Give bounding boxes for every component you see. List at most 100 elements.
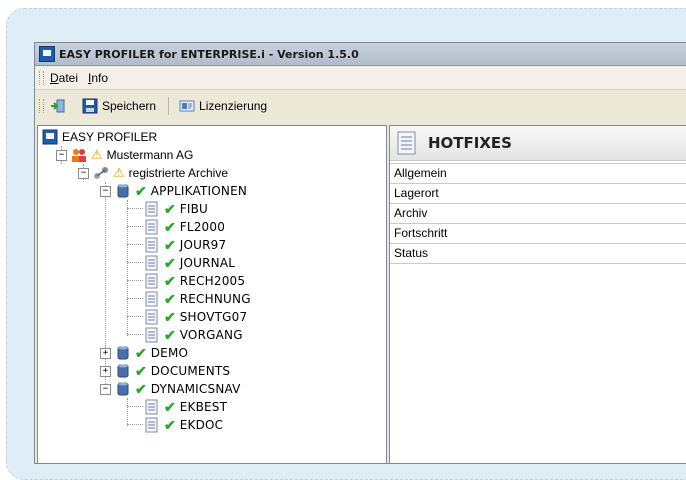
document-icon: [145, 255, 158, 271]
tree-node-company[interactable]: − ⚠ Mustermann AG: [56, 146, 193, 164]
document-icon: [145, 273, 158, 289]
collapse-toggle[interactable]: −: [100, 185, 111, 197]
archive-tree[interactable]: EASY PROFILER − ⚠ Mustermann AG − ⚠ regi…: [37, 125, 387, 463]
collapse-toggle[interactable]: −: [56, 149, 67, 161]
menu-info[interactable]: Info: [88, 71, 108, 85]
tree-connector: [127, 244, 143, 245]
toolbar: Speichern Lizenzierung: [35, 94, 279, 118]
tree-label: RECHNUNG: [179, 292, 251, 306]
menu-datei[interactable]: Datei: [50, 71, 78, 85]
app-logo-icon: [42, 129, 58, 145]
check-icon: ✔: [135, 362, 147, 379]
users-icon: [72, 149, 86, 162]
property-row[interactable]: Lagerort: [390, 184, 686, 204]
database-icon: [117, 346, 129, 360]
tree-node-journal[interactable]: ✔ JOURNAL: [144, 254, 235, 272]
tree-node-jour97[interactable]: ✔ JOUR97: [144, 236, 226, 254]
tree-node-root[interactable]: EASY PROFILER: [42, 128, 157, 146]
expand-toggle[interactable]: +: [100, 365, 111, 377]
license-icon: [179, 100, 195, 112]
property-row[interactable]: Archiv: [390, 204, 686, 224]
title-bar[interactable]: EASY PROFILER for ENTERPRISE.i - Version…: [35, 43, 686, 66]
warning-icon: ⚠: [113, 165, 125, 180]
detail-header: HOTFIXES: [390, 126, 686, 161]
check-icon: ✔: [164, 236, 176, 253]
document-icon: [145, 237, 158, 253]
database-icon: [117, 382, 129, 396]
collapse-toggle[interactable]: −: [100, 383, 111, 395]
check-icon: ✔: [164, 398, 176, 415]
property-row[interactable]: Fortschritt: [390, 224, 686, 244]
tree-node-demo[interactable]: + ✔ DEMO: [100, 344, 188, 362]
document-icon: [145, 309, 158, 325]
license-label: Lizenzierung: [199, 99, 268, 113]
database-icon: [117, 184, 129, 198]
tree-node-dynamicsnav[interactable]: − ✔ DYNAMICSNAV: [100, 380, 241, 398]
tree-label: EKDOC: [179, 418, 224, 432]
check-icon: ✔: [135, 344, 147, 361]
document-icon: [145, 399, 158, 415]
license-button[interactable]: Lizenzierung: [179, 98, 267, 114]
tree-label: DOCUMENTS: [150, 364, 231, 378]
menu-datei-label: atei: [58, 71, 79, 85]
tree-node-ekdoc[interactable]: ✔ EKDOC: [144, 416, 223, 434]
tree-connector: [127, 208, 143, 209]
tree-node-rech2005[interactable]: ✔ RECH2005: [144, 272, 245, 290]
tree-label: JOURNAL: [179, 256, 236, 270]
tree-node-ekbest[interactable]: ✔ EKBEST: [144, 398, 227, 416]
tree-node-fibu[interactable]: ✔ FIBU: [144, 200, 208, 218]
import-icon: [51, 99, 65, 113]
tree-node-vorgang[interactable]: ✔ VORGANG: [144, 326, 243, 344]
app-logo-icon: [39, 46, 55, 62]
tree-connector: [127, 316, 143, 317]
document-icon: [397, 131, 416, 155]
check-icon: ✔: [164, 272, 176, 289]
tree-label: registrierte Archive: [128, 166, 229, 180]
tree-connector: [127, 424, 143, 425]
detail-panel: HOTFIXES Allgemein Lagerort Archiv Forts…: [389, 125, 686, 463]
tree-connector: [127, 334, 143, 335]
expand-toggle[interactable]: +: [100, 347, 111, 359]
save-label: Speichern: [102, 99, 157, 113]
save-button[interactable]: Speichern: [82, 98, 156, 114]
check-icon: ✔: [164, 200, 176, 217]
document-icon: [145, 201, 158, 217]
network-icon: [94, 167, 108, 179]
tree-label: DYNAMICSNAV: [150, 382, 241, 396]
collapse-toggle[interactable]: −: [78, 167, 89, 179]
check-icon: ✔: [164, 308, 176, 325]
check-icon: ✔: [164, 218, 176, 235]
tree-node-fl2000[interactable]: ✔ FL2000: [144, 218, 225, 236]
check-icon: ✔: [164, 254, 176, 271]
tree-label: SHOVTG07: [179, 310, 248, 324]
check-icon: ✔: [164, 290, 176, 307]
tree-node-rechnung[interactable]: ✔ RECHNUNG: [144, 290, 251, 308]
check-icon: ✔: [135, 182, 147, 199]
tree-label: FIBU: [179, 202, 208, 216]
menu-bar: Datei Info: [35, 67, 686, 90]
document-icon: [145, 417, 158, 433]
tree-label: DEMO: [150, 346, 189, 360]
document-icon: [145, 291, 158, 307]
tree-node-archives[interactable]: − ⚠ registrierte Archive: [78, 164, 228, 182]
tree-label: APPLIKATIONEN: [150, 184, 248, 198]
tree-connector: [127, 298, 143, 299]
window-title: EASY PROFILER for ENTERPRISE.i - Version…: [59, 47, 359, 61]
database-icon: [117, 364, 129, 378]
tree-connector: [127, 262, 143, 263]
property-row[interactable]: Status: [390, 244, 686, 264]
tree-connector: [127, 226, 143, 227]
app-window: EASY PROFILER for ENTERPRISE.i - Version…: [34, 42, 686, 464]
tree-node-shovtg07[interactable]: ✔ SHOVTG07: [144, 308, 247, 326]
tree-node-applikationen[interactable]: − ✔ APPLIKATIONEN: [100, 182, 247, 200]
tree-connector: [127, 280, 143, 281]
menu-info-label: nfo: [91, 71, 109, 85]
property-row[interactable]: Allgemein: [390, 163, 686, 184]
menu-datei-accel: D: [50, 71, 59, 85]
tree-label: EKBEST: [179, 400, 228, 414]
floppy-disk-icon: [82, 98, 98, 114]
import-button[interactable]: [50, 98, 70, 114]
tree-label: EASY PROFILER: [62, 130, 158, 144]
tree-node-documents[interactable]: + ✔ DOCUMENTS: [100, 362, 230, 380]
detail-title: HOTFIXES: [428, 134, 512, 152]
